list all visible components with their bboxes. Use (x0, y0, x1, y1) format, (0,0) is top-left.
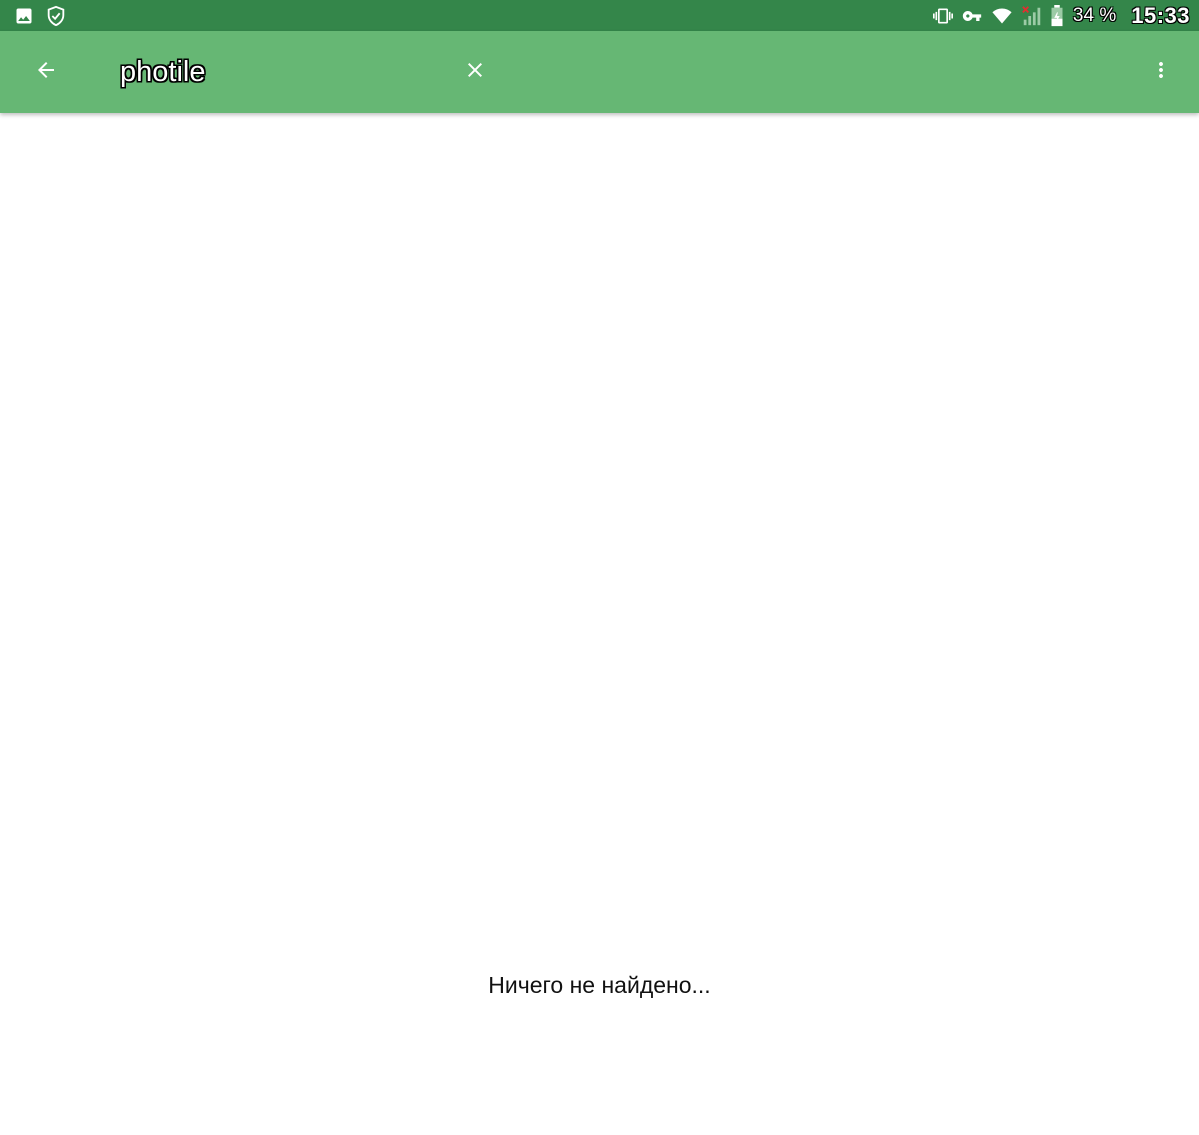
status-bar-right: 34 % 15:33 (932, 0, 1190, 31)
shield-check-icon (45, 5, 67, 27)
vpn-key-icon (961, 6, 983, 26)
overflow-menu-button[interactable] (1137, 48, 1185, 96)
battery-icon (1050, 4, 1064, 27)
status-bar-left (14, 4, 67, 28)
clear-search-button[interactable] (451, 48, 499, 96)
clock: 15:33 (1131, 2, 1190, 28)
image-icon (14, 6, 34, 26)
back-button[interactable] (22, 48, 70, 96)
cell-signal-no-service-icon (1021, 5, 1043, 27)
vibrate-icon (932, 6, 954, 26)
close-icon (463, 58, 487, 87)
wifi-icon (990, 6, 1014, 26)
empty-results-message: Ничего не найдено... (488, 972, 711, 998)
more-vert-icon (1149, 58, 1173, 87)
search-input[interactable] (120, 51, 440, 93)
search-app-bar (0, 31, 1199, 113)
battery-percent: 34 % (1072, 4, 1117, 26)
status-bar: 34 % 15:33 (0, 0, 1199, 31)
arrow-left-icon (34, 58, 58, 87)
